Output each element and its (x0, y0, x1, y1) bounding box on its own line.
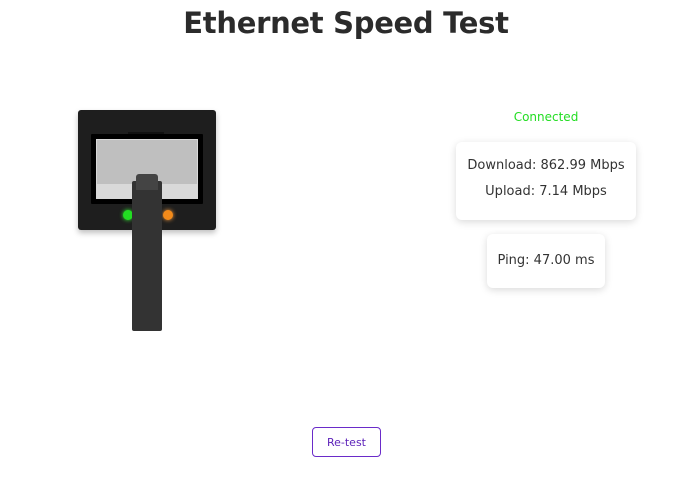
page-title: Ethernet Speed Test (183, 6, 509, 40)
connection-status: Connected (513, 110, 579, 124)
download-speed: Download: 862.99 Mbps (467, 158, 625, 173)
cable-plug-icon (136, 174, 158, 190)
ping-value: Ping: 47.00 ms (497, 253, 595, 268)
speed-test-page: Ethernet Speed Test Connected Download: … (0, 0, 696, 477)
upload-speed: Upload: 7.14 Mbps (485, 184, 607, 199)
speed-card: Download: 862.99 Mbps Upload: 7.14 Mbps (456, 142, 636, 220)
ping-card: Ping: 47.00 ms (487, 234, 605, 288)
retest-button[interactable]: Re-test (312, 427, 381, 457)
orange-led-icon (163, 210, 173, 220)
ethernet-cable-icon (132, 181, 162, 331)
